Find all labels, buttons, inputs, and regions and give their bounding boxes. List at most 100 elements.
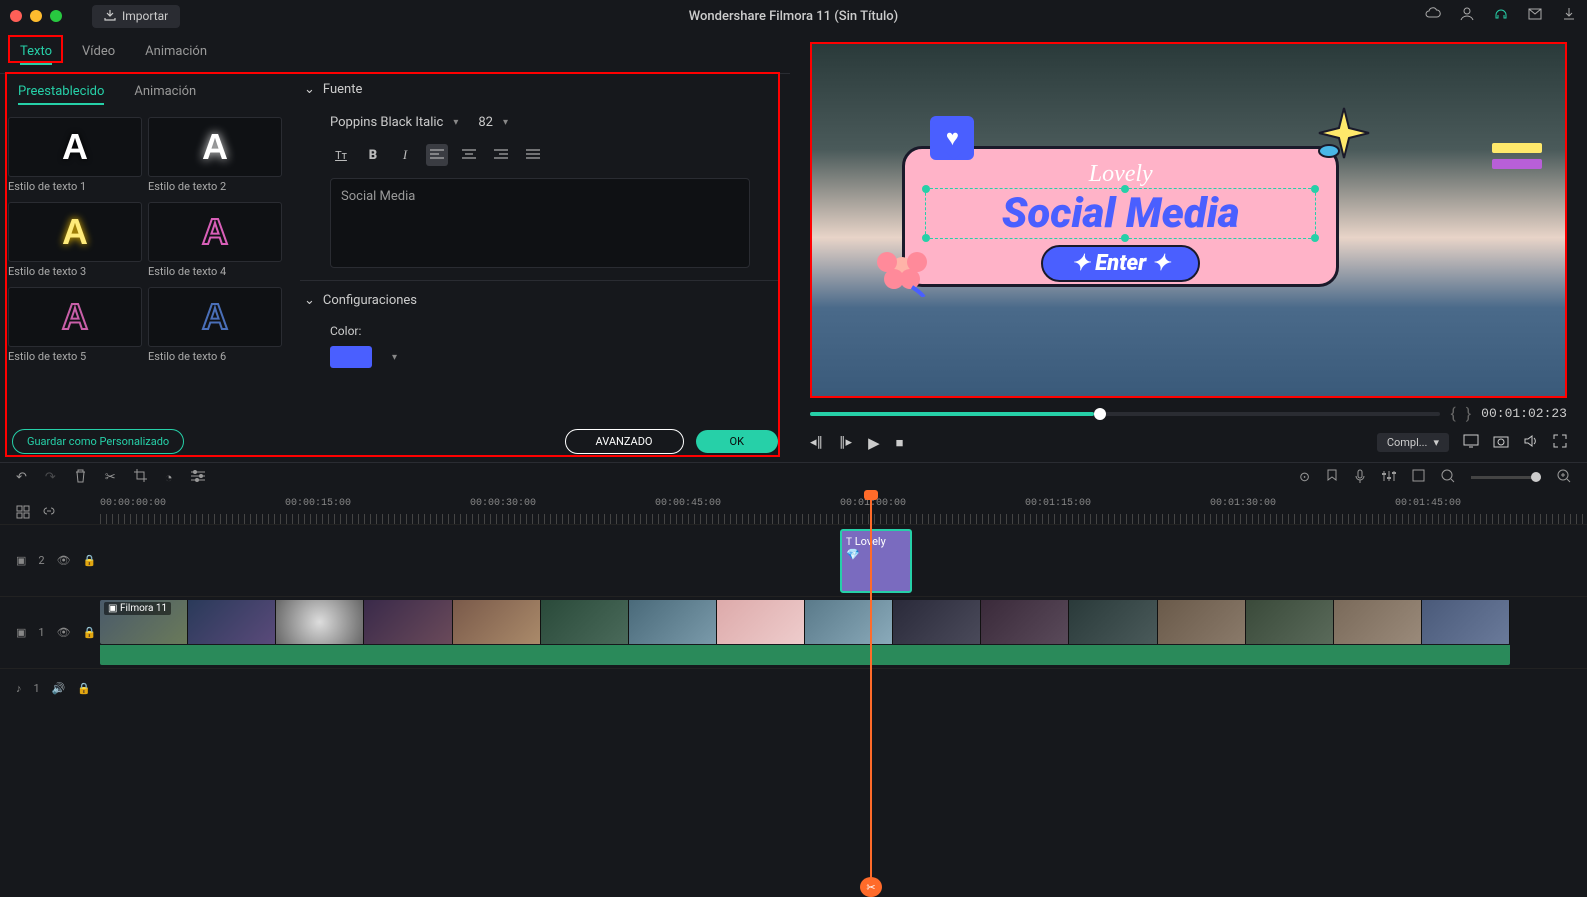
align-right-button[interactable] [490,144,512,166]
window-title: Wondershare Filmora 11 (Sin Título) [689,9,898,24]
track-audio: ♪1🔊🔒 [0,668,1587,708]
redo-button[interactable]: ↷ [45,470,56,485]
track-video: ▣1👁🔒 ▣ Filmora 11 [0,596,1587,668]
advanced-button[interactable]: AVANZADO [565,429,684,454]
preset-style-1[interactable]: AEstilo de texto 1 [8,117,142,196]
timeline-mode-icon[interactable] [16,505,30,523]
preset-style-2[interactable]: AEstilo de texto 2 [148,117,282,196]
eye-icon[interactable]: 👁 [57,626,71,639]
chevron-down-icon[interactable]: ▾ [392,352,397,363]
heart-icon: ♥ [930,116,974,160]
snap-icon[interactable] [1412,469,1425,486]
preset-style-5[interactable]: AEstilo de texto 5 [8,287,142,366]
mark-out-icon[interactable]: } [1466,404,1471,423]
text-transform-button[interactable]: Tт [330,144,352,166]
video-track-icon: ▣ [16,554,26,567]
preview-scrubber[interactable] [810,412,1440,416]
import-label: Importar [122,9,168,23]
chevron-down-icon: ▾ [453,117,458,128]
subtab-animacion[interactable]: Animación [134,80,196,105]
config-section-header[interactable]: ⌄Configuraciones [300,285,780,316]
render-icon[interactable]: ⊙ [1299,470,1310,485]
lock-icon[interactable]: 🔒 [77,682,91,695]
snapshot-icon[interactable] [1493,434,1509,452]
tab-animacion[interactable]: Animación [145,40,207,65]
undo-button[interactable]: ↶ [16,470,27,485]
speaker-icon[interactable]: 🔊 [52,682,66,695]
maximize-icon[interactable] [50,10,62,22]
minimize-icon[interactable] [30,10,42,22]
zoom-fit-icon[interactable] [1557,469,1571,487]
crop-button[interactable] [134,469,147,486]
font-section-header[interactable]: ⌄Fuente [300,74,780,105]
cloud-icon[interactable] [1425,6,1441,26]
lock-icon[interactable]: 🔒 [83,554,97,567]
align-left-button[interactable] [426,144,448,166]
align-center-button[interactable] [458,144,480,166]
user-icon[interactable] [1459,6,1475,26]
align-justify-button[interactable] [522,144,544,166]
cut-button[interactable]: ✂ [105,470,116,485]
preview-canvas[interactable]: ♥ Lovely Social Media ✦ Enter ✦ [810,42,1567,398]
import-icon [104,9,116,24]
flower-icon [872,237,932,297]
enter-badge: ✦ Enter ✦ [1041,245,1200,282]
preset-style-3[interactable]: AEstilo de texto 3 [8,202,142,281]
timecode-display: 00:01:02:23 [1481,406,1567,421]
speed-button[interactable]: ◔ [165,470,173,486]
adjust-button[interactable] [191,470,205,486]
tab-texto[interactable]: Texto [20,40,52,65]
scrubber-thumb[interactable] [1094,408,1106,420]
link-icon[interactable] [42,505,56,523]
eye-icon[interactable]: 👁 [57,554,71,567]
quality-dropdown[interactable]: Compl...▾ [1377,433,1449,452]
tab-video[interactable]: Vídeo [82,40,115,65]
bold-button[interactable]: B [362,144,384,166]
chevron-down-icon: ⌄ [304,82,315,97]
stop-button[interactable]: ■ [896,435,904,451]
titlebar: Importar Wondershare Filmora 11 (Sin Tít… [0,0,1587,32]
headphones-icon[interactable] [1493,6,1509,26]
lock-icon[interactable]: 🔒 [83,626,97,639]
timeline-toolbar: ↶ ↷ ✂ ◔ ⊙ [0,462,1587,492]
display-icon[interactable] [1463,434,1479,452]
title-overlay[interactable]: ♥ Lovely Social Media ✦ Enter ✦ [902,128,1339,286]
prev-frame-button[interactable]: ◂∥ [810,435,823,450]
mail-icon[interactable] [1527,6,1543,26]
time-ruler[interactable]: 00:00:00:00 00:00:15:00 00:00:30:00 00:0… [100,492,1587,524]
text-social-selected[interactable]: Social Media [925,188,1316,239]
color-label: Color: [330,324,361,338]
font-family-dropdown[interactable]: Poppins Black Italic▾ [330,115,458,130]
text-content-input[interactable]: Social Media [330,178,750,268]
clip-icon: ▣ [108,603,117,614]
ok-button[interactable]: OK [696,430,778,453]
mixer-icon[interactable] [1382,470,1396,486]
preset-style-6[interactable]: AEstilo de texto 6 [148,287,282,366]
italic-button[interactable]: I [394,144,416,166]
zoom-icon[interactable] [1441,469,1455,487]
timeline[interactable]: 00:00:00:00 00:00:15:00 00:00:30:00 00:0… [0,492,1587,887]
download-icon[interactable] [1561,6,1577,26]
import-button[interactable]: Importar [92,5,180,28]
delete-button[interactable] [74,469,87,487]
chevron-down-icon: ⌄ [304,293,315,308]
zoom-slider[interactable] [1471,476,1541,479]
subtab-preestablecido[interactable]: Preestablecido [18,80,104,105]
fullscreen-icon[interactable] [1553,434,1567,452]
save-custom-button[interactable]: Guardar como Personalizado [12,429,184,454]
close-icon[interactable] [10,10,22,22]
title-clip[interactable]: T Lovely 💎 [840,529,912,593]
preset-style-4[interactable]: AEstilo de texto 4 [148,202,282,281]
marker-icon[interactable] [1326,469,1338,487]
color-picker[interactable] [330,346,372,368]
play-button[interactable]: ▶ [868,434,880,452]
scissors-icon[interactable]: ✂ [860,877,882,897]
playhead[interactable]: ✂ [870,492,872,887]
chevron-down-icon: ▾ [503,117,508,128]
font-size-dropdown[interactable]: 82▾ [478,115,508,130]
volume-icon[interactable] [1523,434,1539,452]
next-frame-button[interactable]: ∥▸ [839,435,852,450]
mic-icon[interactable] [1354,469,1366,487]
mark-in-icon[interactable]: { [1450,404,1455,423]
video-clip[interactable]: ▣ Filmora 11 [100,600,1510,644]
